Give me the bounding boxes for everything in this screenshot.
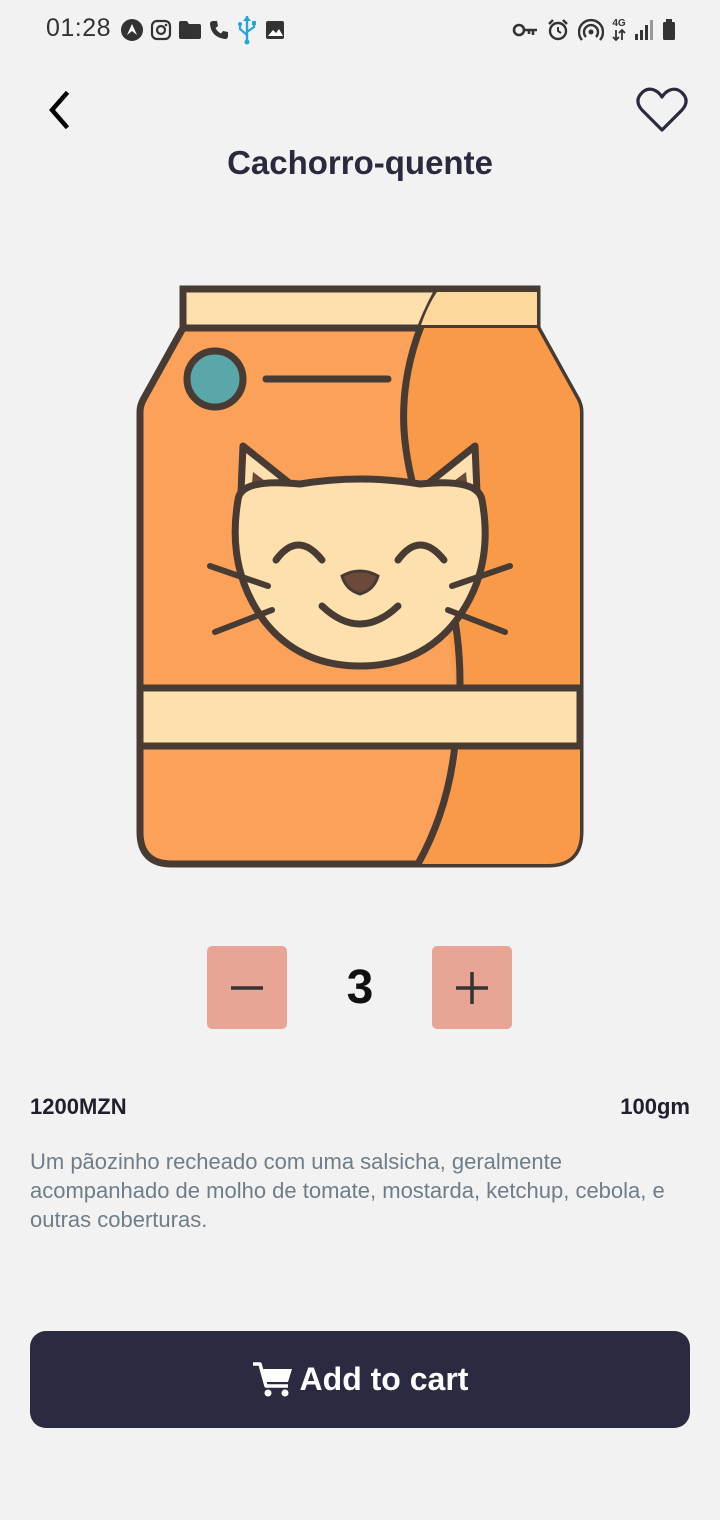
add-to-cart-button[interactable]: Add to cart [30, 1331, 690, 1428]
product-weight: 100gm [620, 1094, 690, 1119]
plus-icon [456, 971, 488, 1004]
status-left-icons [120, 15, 286, 45]
page-title: Cachorro-quente [227, 144, 493, 181]
status-bar: 01:28 4G [0, 0, 720, 60]
folder-icon [178, 20, 202, 40]
battery-icon [662, 19, 676, 41]
chevron-left-icon [49, 90, 70, 130]
instagram-icon [150, 19, 172, 41]
signal-icon [634, 19, 654, 41]
product-image [130, 282, 590, 874]
image-icon [264, 19, 286, 41]
android-auto-icon [120, 18, 144, 42]
phone-icon [208, 19, 230, 41]
vpn-key-icon [512, 21, 538, 39]
pet-food-bag-illustration [136, 285, 584, 868]
increase-quantity-button[interactable] [432, 946, 512, 1029]
back-button[interactable] [36, 86, 84, 134]
alarm-icon [546, 18, 570, 42]
network-4g-icon: 4G [612, 19, 626, 41]
network-type-label: 4G [612, 18, 626, 29]
product-price: 1200MZN [30, 1094, 127, 1119]
status-time: 01:28 [46, 14, 112, 42]
hotspot-icon [578, 18, 604, 42]
favorite-button[interactable] [634, 84, 690, 136]
product-description: Um pãozinho recheado com uma salsicha, g… [30, 1149, 665, 1232]
quantity-value: 3 [346, 961, 374, 1014]
status-right-icons: 4G [512, 16, 676, 44]
quantity-stepper: 3 [0, 946, 720, 1030]
heart-outline-icon [636, 87, 688, 132]
usb-icon [236, 15, 258, 45]
minus-icon [231, 985, 263, 990]
cart-icon [252, 1361, 292, 1396]
decrease-quantity-button[interactable] [207, 946, 287, 1029]
add-to-cart-label: Add to cart [299, 1361, 469, 1397]
